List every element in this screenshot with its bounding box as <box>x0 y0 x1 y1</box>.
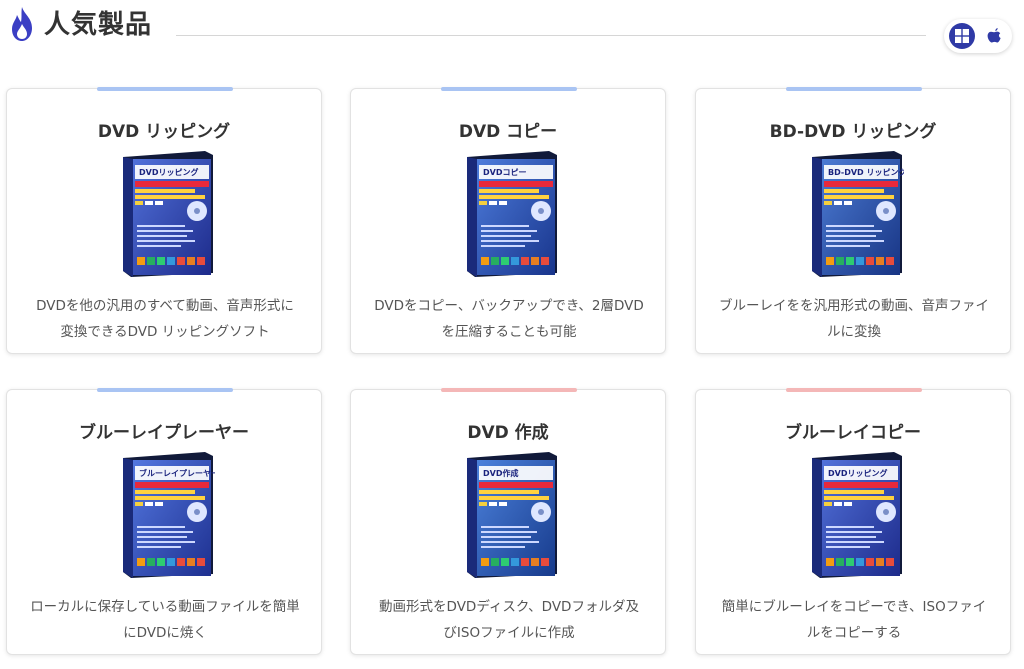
product-name[interactable]: ブルーレイコピー <box>696 418 1010 443</box>
card-accent-bar <box>786 388 922 392</box>
card-accent-bar <box>441 388 577 392</box>
description-line: を圧縮することも可能 <box>441 324 577 340</box>
product-name[interactable]: DVD 作成 <box>351 418 665 443</box>
box-title-text: ブルーレイプレーヤー <box>139 468 215 478</box>
product-description: 動画形式をDVDディスク、DVDフォルダ及 びISOファイルに作成 <box>365 594 653 646</box>
product-description: DVDを他の汎用のすべて動画、音声形式に 変換できるDVD リッピングソフト <box>21 293 309 345</box>
box-title-text: BD-DVD リッピング <box>828 167 904 177</box>
mac-button[interactable] <box>981 23 1007 49</box>
product-box-image[interactable]: DVD作成 <box>459 452 559 578</box>
description-line: ルに変換 <box>827 324 881 340</box>
windows-button[interactable] <box>949 23 975 49</box>
product-description: ローカルに保存している動画ファイルを簡単 にDVDに焼く <box>21 594 309 646</box>
product-description: DVDをコピー、バックアップでき、2層DVD を圧縮することも可能 <box>365 293 653 345</box>
card-accent-bar <box>786 87 922 91</box>
box-title-text: DVD作成 <box>483 468 518 478</box>
description-line: 動画形式をDVDディスク、DVDフォルダ及 <box>379 599 639 615</box>
product-name[interactable]: DVD コピー <box>351 117 665 142</box>
product-card[interactable]: ブルーレイコピー DVDリッピング簡単にブルーレイをコピーでき、ISOファイ ルを… <box>695 388 1011 655</box>
description-line: 変換できるDVD リッピングソフト <box>60 324 270 340</box>
box-title-text: DVDリッピング <box>139 167 198 177</box>
windows-icon <box>955 29 969 43</box>
product-card[interactable]: ブルーレイプレーヤー ブルーレイプレーヤーローカルに保存している動画ファイルを簡… <box>6 388 322 655</box>
description-line: にDVDに焼く <box>123 625 207 641</box>
box-title-text: DVDリッピング <box>828 468 887 478</box>
product-card[interactable]: DVD リッピング DVDリッピング DVDを他の汎用のすべて動画、音声形式に 変換… <box>6 87 322 354</box>
section-header: 人気製品 <box>0 0 1024 60</box>
description-line: DVDをコピー、バックアップでき、2層DVD <box>374 298 644 314</box>
description-line: ブルーレイをを汎用形式の動画、音声ファイ <box>719 298 989 314</box>
product-box-image[interactable]: DVDリッピング <box>115 151 215 277</box>
product-description: ブルーレイをを汎用形式の動画、音声ファイ ルに変換 <box>710 293 998 345</box>
product-box-image[interactable]: ブルーレイプレーヤー <box>115 452 215 578</box>
product-box-image[interactable]: BD-DVD リッピング <box>804 151 904 277</box>
product-box-image[interactable]: DVDコピー <box>459 151 559 277</box>
description-line: 簡単にブルーレイをコピーでき、ISOファイ <box>721 599 987 615</box>
title-divider <box>176 35 926 36</box>
product-name[interactable]: DVD リッピング <box>7 117 321 142</box>
product-name[interactable]: BD-DVD リッピング <box>696 117 1010 142</box>
product-description: 簡単にブルーレイをコピーでき、ISOファイ ルをコピーする <box>710 594 998 646</box>
page-title: 人気製品 <box>44 10 153 40</box>
box-title-text: DVDコピー <box>483 167 526 177</box>
apple-icon <box>987 28 1001 43</box>
card-accent-bar <box>97 87 233 91</box>
flame-icon <box>12 7 32 41</box>
description-line: びISOファイルに作成 <box>443 625 575 641</box>
product-card[interactable]: BD-DVD リッピング BD-DVD リッピングブルーレイをを汎用形式の動画、… <box>695 87 1011 354</box>
card-accent-bar <box>97 388 233 392</box>
product-box-image[interactable]: DVDリッピング <box>804 452 904 578</box>
description-line: DVDを他の汎用のすべて動画、音声形式に <box>36 298 294 314</box>
os-switcher <box>944 19 1012 53</box>
product-name[interactable]: ブルーレイプレーヤー <box>7 418 321 443</box>
card-accent-bar <box>441 87 577 91</box>
product-card[interactable]: DVD 作成 DVD作成動画形式をDVDディスク、DVDフォルダ及 びISOファイ… <box>350 388 666 655</box>
description-line: ローカルに保存している動画ファイルを簡単 <box>30 599 300 615</box>
description-line: ルをコピーする <box>806 625 902 641</box>
product-card[interactable]: DVD コピー DVDコピー DVDをコピー、バックアップでき、2層DVD を圧縮す… <box>350 87 666 354</box>
